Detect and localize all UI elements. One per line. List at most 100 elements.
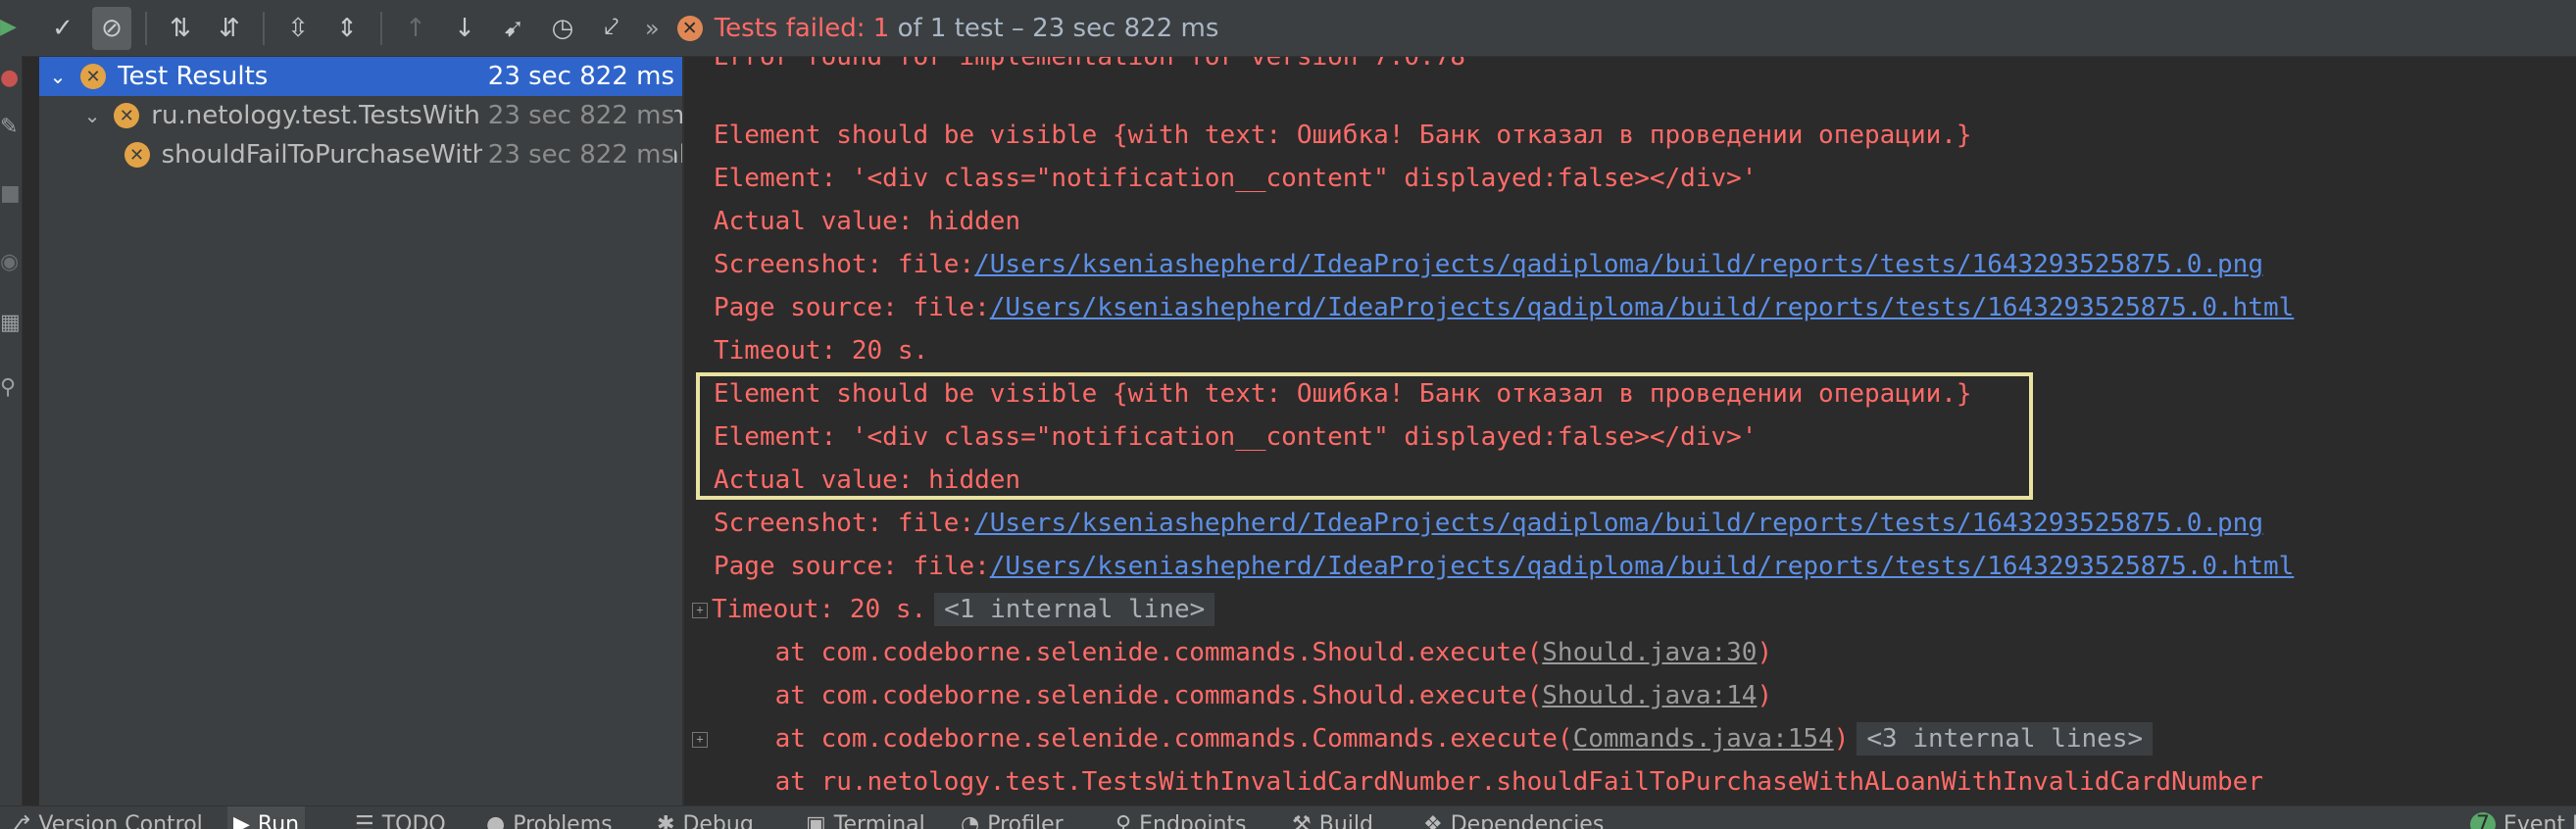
run-tool-window: ▶ ● ✎ ■ ◉ ▦ ⚲ ✓ ⊘ ⇅ ⇵ ⇳ ⇕ ↑ ↓ ➹ ◷ ⤦ » ✕ … — [0, 0, 2576, 829]
export-results-icon[interactable]: ⤦ — [592, 7, 631, 50]
stack-frame-text: ) — [1757, 681, 1773, 710]
toolbar-separator — [380, 11, 382, 45]
show-passed-icon[interactable]: ✓ — [43, 7, 82, 50]
more-actions-icon[interactable]: » — [645, 15, 660, 42]
toolbar-separator — [145, 11, 147, 45]
console-line: Element should be visible {with text: Ош… — [714, 121, 1972, 150]
tab-terminal[interactable]: ▣ Terminal — [806, 806, 925, 829]
tab-label: Dependencies — [1450, 812, 1605, 829]
endpoints-icon: ⚲ — [1115, 812, 1132, 829]
page-source-link[interactable]: /Users/kseniashepherd/IdeaProjects/qadip… — [990, 552, 2295, 581]
source-link[interactable]: Should.java:14 — [1542, 681, 1757, 710]
tree-node-test-results[interactable]: ⌄ ✕ Test Results 23 sec 822 ms — [39, 57, 682, 96]
stop-icon[interactable]: ■ — [0, 176, 22, 210]
left-tool-stripe: ▶ ● ✎ ■ ◉ ▦ ⚲ — [0, 0, 23, 805]
status-failed-count: 1 — [872, 13, 890, 43]
chevron-down-icon[interactable]: ⌄ — [82, 104, 102, 127]
screenshot-link[interactable]: /Users/kseniashepherd/IdeaProjects/qadip… — [974, 509, 2263, 538]
console-line: Page source: file:/Users/kseniashepherd/… — [714, 286, 2294, 329]
screenshot-link[interactable]: /Users/kseniashepherd/IdeaProjects/qadip… — [974, 250, 2263, 279]
console-line: Error found for implementation for versi… — [714, 57, 1466, 72]
internal-lines-fold[interactable]: <3 internal lines> — [1857, 722, 2154, 756]
tab-label: Event Log — [2503, 812, 2576, 829]
screenshot-label: Screenshot: file: — [714, 509, 975, 538]
tab-endpoints[interactable]: ⚲ Endpoints — [1115, 806, 1247, 829]
stack-frame-text: ) — [1757, 638, 1773, 667]
tab-label: Debug — [682, 812, 754, 829]
tab-event-log[interactable]: 7 Event Log — [2470, 806, 2576, 829]
event-log-badge: 7 — [2470, 812, 2496, 829]
console-line: Element: '<div class="notification__cont… — [714, 422, 1758, 452]
collapse-all-icon[interactable]: ⇕ — [327, 7, 367, 50]
sort-alphabetically-icon[interactable]: ⇅ — [161, 7, 200, 50]
tree-node-test-method[interactable]: ✕ shouldFailToPurchaseWithALoanWithInval… — [39, 135, 682, 174]
bottom-tool-window-bar: ⎇ Version Control ▶ Run ☰ TODO ● Problems ✱ D… — [0, 805, 2576, 829]
rerun-failed-icon[interactable]: ● — [0, 61, 22, 94]
fold-expand-icon[interactable]: + — [692, 603, 708, 618]
stack-frame-text: at com.codeborne.selenide.commands.Shoul… — [714, 638, 1543, 667]
console-line: Element: '<div class="notification__cont… — [714, 164, 1758, 193]
timeout-text: Timeout: 20 s. — [712, 595, 927, 624]
console-line: Element should be visible {with text: Ош… — [714, 379, 1972, 409]
eye-icon[interactable]: ◉ — [0, 245, 22, 278]
test-history-icon[interactable]: ◷ — [543, 7, 582, 50]
test-failed-icon: ✕ — [124, 142, 150, 168]
list-icon: ☰ — [355, 812, 374, 829]
tab-build[interactable]: ⚒ Build — [1292, 806, 1373, 829]
test-failed-icon: ✕ — [80, 64, 106, 89]
tab-dependencies[interactable]: ❖ Dependencies — [1423, 806, 1604, 829]
tree-node-duration: 23 sec 822 ms — [481, 96, 674, 135]
page-source-label: Page source: file: — [714, 293, 990, 322]
tab-run[interactable]: ▶ Run — [227, 806, 306, 829]
tab-label: Build — [1318, 812, 1373, 829]
pin-icon[interactable]: ⚲ — [0, 370, 22, 404]
tab-version-control[interactable]: ⎇ Version Control — [6, 806, 203, 829]
tab-label: TODO — [381, 812, 446, 829]
tree-node-test-class[interactable]: ⌄ ✕ ru.netology.test.TestsWithInvalidCar… — [39, 96, 682, 135]
branch-icon: ⎇ — [6, 812, 31, 829]
stack-frame: at com.codeborne.selenide.commands.Shoul… — [714, 674, 1772, 717]
wrench-icon[interactable]: ✎ — [0, 110, 22, 143]
show-ignored-icon[interactable]: ⊘ — [92, 6, 131, 50]
screenshot-label: Screenshot: file: — [714, 250, 975, 279]
layout-icon[interactable]: ▦ — [0, 306, 22, 339]
toolbar-separator — [263, 11, 265, 45]
tab-todo[interactable]: ☰ TODO — [355, 806, 446, 829]
console-line: Timeout: 20 s. <1 internal line> — [712, 588, 1215, 631]
import-tests-icon[interactable]: ➹ — [494, 7, 533, 50]
test-results-tree: ⌄ ✕ Test Results 23 sec 822 ms ⌄ ✕ ru.ne… — [39, 57, 684, 805]
problems-icon: ● — [486, 812, 506, 829]
console-line: Actual value: hidden — [714, 207, 1021, 236]
test-failed-icon: ✕ — [114, 103, 140, 128]
status-failed-label: Tests failed: — [714, 13, 873, 43]
source-link[interactable]: Commands.java:154 — [1573, 724, 1834, 754]
internal-line-fold[interactable]: <1 internal line> — [934, 593, 1215, 626]
stack-frame: at com.codeborne.selenide.commands.Comma… — [714, 717, 2154, 760]
fold-expand-icon[interactable]: + — [692, 732, 708, 748]
previous-failed-icon[interactable]: ↑ — [396, 7, 435, 50]
tab-label: Problems — [513, 812, 613, 829]
page-source-link[interactable]: /Users/kseniashepherd/IdeaProjects/qadip… — [990, 293, 2295, 322]
dependencies-icon: ❖ — [1423, 812, 1443, 829]
test-status-text: Tests failed: 1 of 1 test – 23 sec 822 m… — [715, 14, 1219, 43]
source-link[interactable]: Should.java:30 — [1542, 638, 1757, 667]
tab-label: Version Control — [38, 812, 203, 829]
console-line: Timeout: 20 s. — [714, 336, 929, 366]
tab-profiler[interactable]: ◔ Profiler — [961, 806, 1064, 829]
console-line: Actual value: hidden — [714, 465, 1021, 495]
tab-debug[interactable]: ✱ Debug — [657, 806, 754, 829]
status-summary: of 1 test – 23 sec 822 ms — [889, 13, 1219, 43]
sort-by-duration-icon[interactable]: ⇵ — [210, 7, 249, 50]
rerun-icon[interactable]: ▶ — [0, 10, 22, 43]
tree-node-duration: 23 sec 822 ms — [481, 135, 674, 174]
chevron-down-icon[interactable]: ⌄ — [47, 65, 69, 88]
console-line: Screenshot: file:/Users/kseniashepherd/I… — [714, 243, 2263, 286]
expand-all-icon[interactable]: ⇳ — [278, 7, 318, 50]
terminal-icon: ▣ — [806, 812, 826, 829]
stack-frame-text: ) — [1833, 724, 1850, 754]
tree-node-duration: 23 sec 822 ms — [481, 57, 674, 96]
console-line: Screenshot: file:/Users/kseniashepherd/I… — [714, 502, 2263, 545]
next-failed-icon[interactable]: ↓ — [445, 7, 484, 50]
tab-problems[interactable]: ● Problems — [486, 806, 613, 829]
console-output[interactable]: Error found for implementation for versi… — [684, 57, 2576, 805]
